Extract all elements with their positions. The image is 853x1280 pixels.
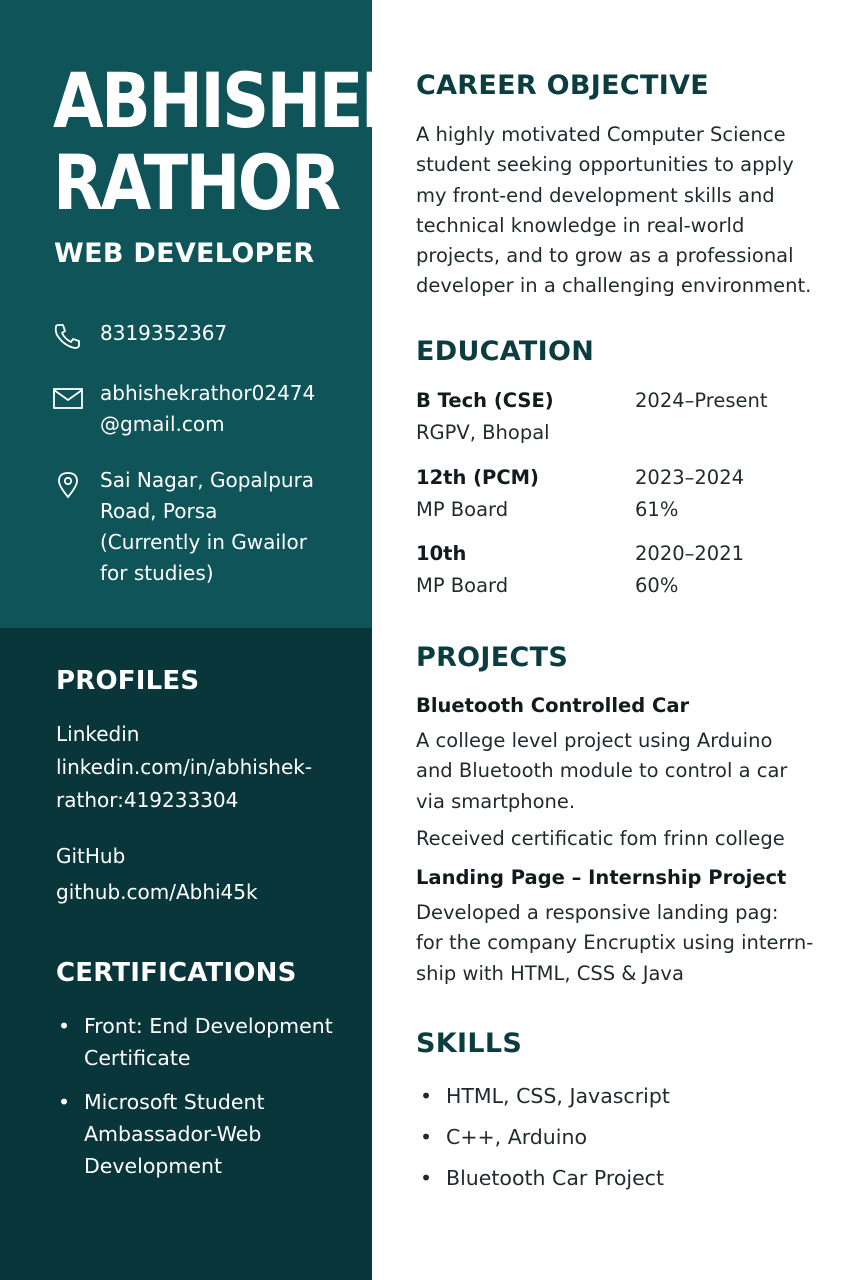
email-address: abhishekrathor02474 @gmail.com [100, 378, 315, 440]
career-objective-text: A highly motivated Computer Science stud… [416, 120, 836, 302]
objective-line: projects, and to grow as a professional [416, 244, 794, 268]
address-line: (Currently in Gwailor [100, 530, 307, 554]
degree-name: 12th (PCM) [416, 466, 539, 489]
linkedin-profile: Linkedin linkedin.com/in/abhishek- ratho… [56, 718, 312, 817]
skills-heading: SKILLS [416, 1028, 523, 1059]
objective-line: developer in a challenging environment. [416, 274, 812, 298]
education-entry: B Tech (CSE) RGPV, Bhopal 2024–Present [416, 385, 768, 449]
certifications-heading: CERTIFICATIONS [56, 958, 297, 988]
main-content: CAREER OBJECTIVE A highly motivated Comp… [372, 0, 853, 1280]
profiles-heading: PROFILES [56, 666, 200, 696]
skill-item: C++, Arduino [446, 1125, 588, 1149]
degree-name: B Tech (CSE) [416, 389, 554, 412]
sidebar: ABHISHEK RATHOR WEB DEVELOPER 8319352367… [0, 0, 411, 1280]
skills-list: • HTML, CSS, Javascript • C++, Arduino • Bl… [416, 1076, 670, 1199]
education-years: 2023–2024 [635, 466, 745, 489]
job-title: WEB DEVELOPER [54, 238, 315, 269]
address-text: Sai Nagar, Gopalpura Road, Porsa (Curren… [100, 465, 314, 589]
candidate-name: ABHISHEK RATHOR [53, 56, 411, 227]
projects-heading: PROJECTS [416, 642, 569, 673]
cert-line: Development [84, 1154, 223, 1178]
cert-line: Ambassador-Web [84, 1122, 262, 1146]
name-line-2: RATHOR [53, 138, 341, 227]
phone-icon [54, 324, 80, 349]
phone-number: 8319352367 [100, 321, 228, 345]
cert-line: Certificate [84, 1046, 191, 1070]
email-line-2: @gmail.com [100, 412, 225, 436]
project-line: A college level project using Arduino [416, 729, 773, 752]
list-item: • Front: End Development Certificate [56, 1010, 356, 1074]
education-heading: EDUCATION [416, 336, 595, 367]
objective-line: A highly motivated Computer Science [416, 123, 786, 146]
list-item: • Bluetooth Car Project [416, 1158, 670, 1199]
linkedin-url-line-2[interactable]: rathor:419233304 [56, 784, 312, 817]
project-description: A college level project using Arduino an… [416, 726, 836, 817]
github-url[interactable]: github.com/Abhi45k [56, 876, 258, 909]
project-line: and Bluetooth module to control a car [416, 759, 788, 783]
cert-line: Microsoft Student [84, 1090, 265, 1114]
list-item: • C++, Arduino [416, 1117, 670, 1158]
education-entry: 10th MP Board 2020–2021 60% [416, 538, 744, 602]
project-description: Developed a responsive landing pag: for … [416, 898, 836, 989]
education-years-score: 2020–2021 60% [635, 538, 744, 602]
name-line-1: ABHISHEK [53, 56, 411, 145]
education-years: 2020–2021 [635, 542, 745, 565]
bullet-icon: • [420, 1125, 433, 1149]
objective-line: my front-end development skills and [416, 183, 775, 207]
list-item: • HTML, CSS, Javascript [416, 1076, 670, 1117]
list-item: • Microsoft Student Ambassador-Web Devel… [56, 1086, 356, 1182]
education-score: 61% [635, 498, 679, 521]
github-profile: GitHub github.com/Abhi45k [56, 840, 258, 909]
objective-line: student seeking opportunities to apply [416, 153, 794, 177]
project-line: ship with HTML, CSS & Java [416, 961, 684, 985]
skill-item: HTML, CSS, Javascript [446, 1084, 670, 1108]
bullet-icon: • [420, 1084, 433, 1108]
career-objective-heading: CAREER OBJECTIVE [416, 70, 710, 101]
education-score: 60% [635, 574, 679, 597]
education-years-score: 2023–2024 61% [635, 462, 744, 526]
institution-name: RGPV, Bhopal [416, 421, 550, 444]
project-line: via smartphone. [416, 789, 576, 813]
address-line: for studies) [100, 561, 214, 585]
location-pin-icon [58, 472, 78, 499]
linkedin-url-line-1[interactable]: linkedin.com/in/abhishek- [56, 751, 312, 784]
education-entry: 12th (PCM) MP Board 2023–2024 61% [416, 462, 744, 526]
project-line: Developed a responsive landing pag: [416, 901, 779, 924]
institution-name: MP Board [416, 498, 509, 521]
mail-icon [53, 388, 83, 409]
email-line-1: abhishekrathor02474 [100, 381, 316, 405]
certifications-list: • Front: End Development Certificate • M… [56, 1010, 356, 1194]
skill-item: Bluetooth Car Project [446, 1166, 664, 1190]
project-title: Bluetooth Controlled Car [416, 694, 690, 717]
bullet-icon: • [58, 1090, 71, 1114]
address-line: Sai Nagar, Gopalpura [100, 468, 315, 492]
institution-name: MP Board [416, 574, 509, 597]
objective-line: technical knowledge in real-world [416, 213, 745, 237]
project-title: Landing Page – Internship Project [416, 866, 787, 889]
linkedin-label: Linkedin [56, 722, 140, 746]
address-line: Road, Porsa [100, 499, 218, 523]
project-note: Received certificatic fom frinn college [416, 827, 785, 850]
bullet-icon: • [58, 1014, 71, 1038]
github-label: GitHub [56, 844, 126, 868]
bullet-icon: • [420, 1166, 433, 1190]
cert-line: Front: End Development [84, 1014, 333, 1038]
education-years: 2024–Present [635, 389, 768, 412]
project-line: for the company Encruptix using interrn- [416, 931, 814, 955]
degree-name: 10th [416, 542, 467, 565]
